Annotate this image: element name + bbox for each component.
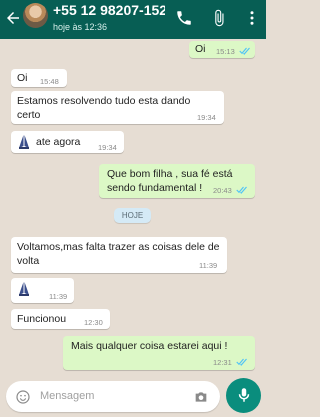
back-arrow-icon[interactable] [4, 9, 22, 27]
message-time: 11:39 [49, 292, 68, 301]
avatar[interactable] [23, 3, 48, 28]
contact-name[interactable]: +55 12 98207-1526 [53, 2, 165, 18]
message-time: 20:43 [213, 186, 232, 195]
message-outgoing[interactable]: Mais qualquer coisa estarei aqui ! 12:31 [63, 336, 255, 370]
message-text: Estamos resolvendo tudo esta dando certo [17, 95, 191, 121]
message-incoming[interactable]: Funcionou 12:30 [11, 309, 110, 329]
message-incoming[interactable]: 11:39 [11, 278, 74, 303]
message-outgoing[interactable]: Oi 15:13 [189, 41, 255, 58]
message-time: 15:48 [40, 77, 59, 86]
message-time: 12:31 [213, 358, 232, 367]
attach-icon[interactable] [210, 9, 228, 27]
camera-icon[interactable] [193, 389, 209, 405]
message-list[interactable]: Oi 15:13 Oi 15:48 Estamos resolvendo tud… [0, 39, 266, 378]
message-text: Voltamos,mas falta trazer as coisas dele… [17, 241, 220, 267]
message-text: Oi [17, 72, 28, 84]
message-input[interactable]: Mensagem [40, 390, 94, 402]
read-ticks-icon [236, 186, 247, 194]
date-divider: HOJE [114, 208, 151, 223]
praying-hands-icon [19, 135, 29, 149]
read-ticks-icon [239, 47, 250, 55]
chat-header: +55 12 98207-1526 hoje às 12:36 [0, 0, 266, 39]
message-time: 19:34 [98, 143, 117, 152]
message-time: 15:13 [216, 47, 235, 56]
praying-hands-icon [19, 282, 29, 296]
last-seen-status: hoje às 12:36 [53, 22, 108, 32]
message-text: Mais qualquer coisa estarei aqui ! [71, 340, 228, 352]
message-time: 12:30 [84, 318, 103, 327]
message-time: 11:39 [199, 261, 218, 270]
message-incoming[interactable]: Oi 15:48 [11, 69, 67, 87]
message-input-bar[interactable]: Mensagem [6, 381, 220, 412]
message-text: ate agora [36, 136, 81, 148]
mic-button[interactable] [226, 378, 261, 413]
emoji-icon[interactable] [15, 389, 31, 405]
message-time: 19:34 [197, 113, 216, 122]
message-incoming[interactable]: Voltamos,mas falta trazer as coisas dele… [11, 237, 227, 273]
message-incoming[interactable]: Estamos resolvendo tudo esta dando certo… [11, 91, 224, 124]
more-vert-icon[interactable] [243, 9, 261, 27]
mic-icon [238, 388, 250, 402]
message-text: Funcionou [17, 313, 67, 325]
read-ticks-icon [236, 358, 247, 366]
message-incoming[interactable]: ate agora 19:34 [11, 131, 124, 153]
phone-icon[interactable] [175, 9, 193, 27]
message-text: Oi [195, 43, 206, 55]
message-outgoing[interactable]: Que bom filha , sua fé está sendo fundam… [99, 164, 255, 198]
